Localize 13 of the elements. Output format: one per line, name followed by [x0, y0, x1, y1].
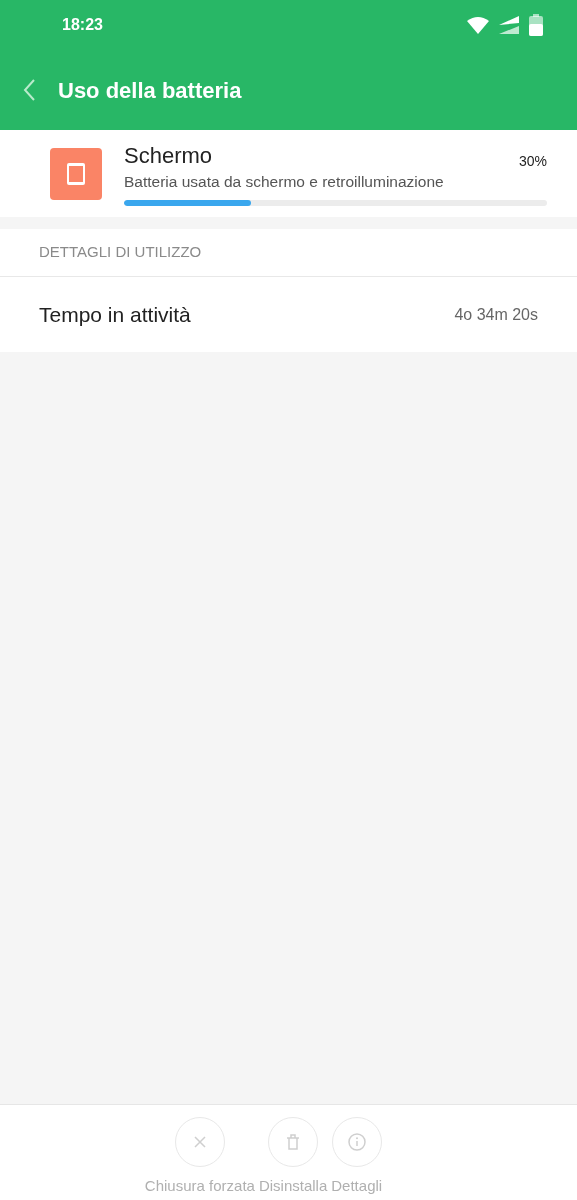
screen-icon — [50, 147, 102, 200]
section-header: DETTAGLI DI UTILIZZO — [39, 242, 202, 263]
signal-icon — [499, 16, 519, 34]
back-icon — [23, 79, 35, 101]
usage-percent: 30% — [518, 151, 547, 171]
wifi-icon — [467, 16, 489, 34]
row-label: Tempo in attività — [39, 301, 191, 328]
screen-title: Uso della batteria — [58, 76, 242, 105]
item-name: Schermo — [124, 141, 214, 170]
battery-icon — [529, 14, 543, 36]
status-time: 18:23 — [62, 15, 103, 35]
row-value: 4o 34m 20s — [454, 304, 538, 325]
item-description: Batteria usata da schermo e retroilluminazione — [124, 171, 444, 192]
